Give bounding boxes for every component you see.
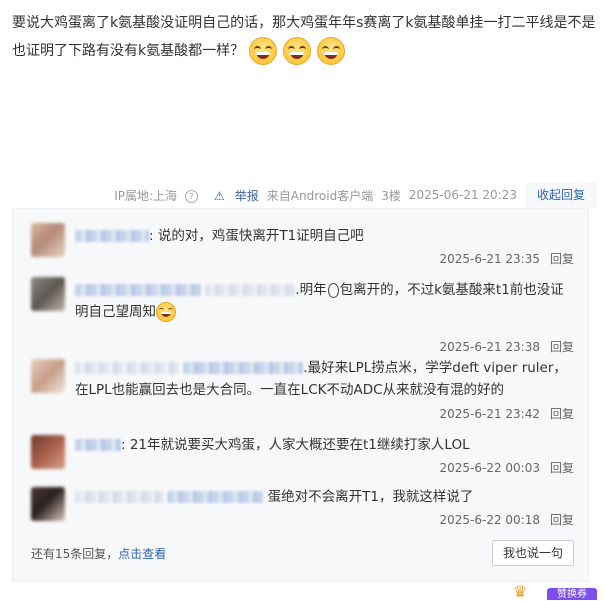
username-link[interactable] — [167, 491, 264, 503]
reply-content: : 说的对，鸡蛋快离开T1证明自己吧 — [75, 225, 575, 247]
ip-location: IP属地:上海? — [106, 187, 199, 204]
reward-badge[interactable]: ♛ 赞换券 — [513, 584, 597, 600]
avatar[interactable] — [31, 487, 65, 521]
more-replies-text: 还有15条回复， — [31, 547, 119, 561]
reply-meta: 2025-6-22 00:03 回复 — [439, 459, 574, 476]
post-body: 要说大鸡蛋离了k氨基酸没证明自己的话，那大鸡蛋年年s赛离了k氨基酸单挂一打二平线… — [12, 10, 597, 65]
username-link[interactable] — [75, 362, 179, 374]
reply-text: : 说的对，鸡蛋快离开T1证明自己吧 — [149, 228, 364, 244]
reply-content: .明年 包离开的，不过k氨基酸来t1前也没证明自己望周知 — [75, 279, 575, 323]
reply-text: 蛋绝对不会离开T1，我就这样说了 — [267, 489, 474, 505]
reply-button[interactable]: 回复 — [550, 461, 574, 475]
post-datetime: 2025-06-21 20:23 — [408, 188, 517, 202]
reply-compose-button[interactable]: 我也说一句 — [491, 540, 574, 566]
reply-meta: 2025-6-21 23:42 回复 — [439, 405, 574, 422]
reply-content: .最好来LPL捞点米，学学deft viper ruler，在LPL也能赢回去也… — [75, 357, 575, 401]
reply-time: 2025-6-22 00:18 — [439, 513, 540, 527]
bubble-icon — [327, 282, 339, 298]
username-link[interactable] — [75, 491, 163, 503]
report-link[interactable]: ⚠ 举报 — [206, 187, 259, 204]
reply-meta: 2025-6-21 23:35 回复 — [439, 250, 574, 267]
badge-label: 赞换券 — [547, 588, 597, 600]
username-link[interactable] — [75, 284, 201, 296]
reply-button[interactable]: 回复 — [550, 407, 574, 421]
reply-list: : 说的对，鸡蛋快离开T1证明自己吧 2025-6-21 23:35 回复 .明年… — [12, 208, 589, 582]
laughing-face-icon — [317, 37, 346, 65]
view-more-link[interactable]: 点击查看 — [118, 547, 166, 561]
avatar[interactable] — [31, 223, 65, 257]
reply-button[interactable]: 回复 — [550, 513, 574, 527]
reply-time: 2025-6-21 23:38 — [439, 340, 540, 354]
emoji-row — [248, 37, 348, 65]
reply-meta: 2025-6-22 00:18 回复 — [439, 511, 574, 528]
help-icon[interactable]: ? — [185, 189, 199, 203]
collapse-replies-button[interactable]: 收起回复 — [524, 182, 597, 208]
more-replies: 还有15条回复，点击查看 — [31, 545, 166, 562]
username-link[interactable] — [205, 284, 296, 296]
avatar[interactable] — [31, 359, 65, 393]
laughing-face-icon — [248, 37, 277, 65]
username-link[interactable] — [75, 230, 149, 242]
reply-time: 2025-6-22 00:03 — [439, 461, 540, 475]
username-link[interactable] — [75, 439, 121, 451]
reply-meta: 2025-6-21 23:38 回复 — [439, 338, 574, 355]
source-client: 来自Android客户端 — [266, 188, 374, 203]
reply-content: : 21年就说要买大鸡蛋，人家大概还要在t1继续打家人LOL — [75, 434, 575, 456]
crown-icon: ♛ — [513, 582, 528, 601]
reply-content: 蛋绝对不会离开T1，我就这样说了 — [75, 486, 575, 508]
reply-button[interactable]: 回复 — [550, 340, 574, 354]
floor-number: 3楼 — [381, 188, 401, 203]
reply-time: 2025-6-21 23:42 — [439, 407, 540, 421]
reply-button[interactable]: 回复 — [550, 252, 574, 266]
warning-icon: ⚠ — [214, 188, 225, 203]
avatar[interactable] — [31, 435, 65, 469]
reply-time: 2025-6-21 23:35 — [439, 252, 540, 266]
username-link[interactable] — [183, 362, 304, 374]
laughing-face-icon — [156, 302, 176, 322]
reply-text: .明年 — [295, 282, 327, 298]
post-meta: IP属地:上海? ⚠ 举报 来自Android客户端 3楼 2025-06-21 … — [98, 182, 597, 208]
reply-text: : 21年就说要买大鸡蛋，人家大概还要在t1继续打家人LOL — [121, 437, 470, 453]
avatar[interactable] — [31, 277, 65, 311]
laughing-face-icon — [283, 37, 312, 65]
